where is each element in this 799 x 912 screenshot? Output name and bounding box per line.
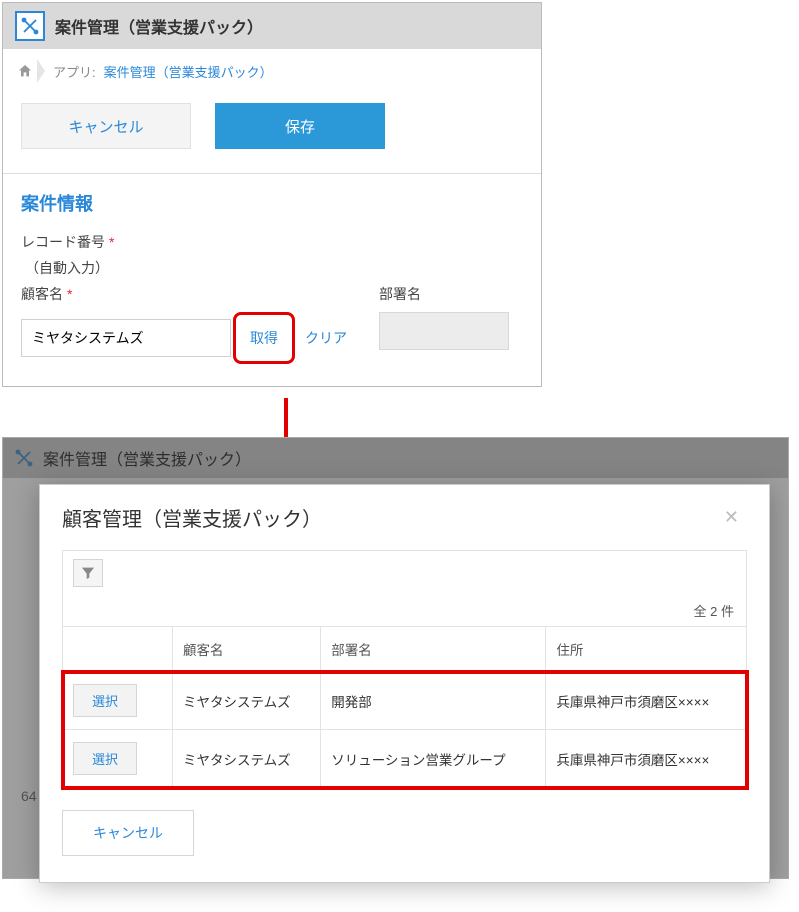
section-title: 案件情報 — [3, 173, 541, 226]
breadcrumb-prefix: アプリ: — [53, 62, 96, 81]
dept-label: 部署名 — [379, 284, 509, 304]
save-button[interactable]: 保存 — [215, 103, 385, 149]
modal-cancel-button[interactable]: キャンセル — [62, 810, 194, 856]
breadcrumb-separator-icon — [37, 59, 45, 83]
dept-readonly — [379, 312, 509, 350]
select-button[interactable]: 選択 — [73, 742, 137, 775]
cell-dept: 開発部 — [321, 672, 546, 730]
cell-customer: ミヤタシステムズ — [173, 730, 321, 788]
cancel-button[interactable]: キャンセル — [21, 103, 191, 149]
customer-label: 顧客名 — [21, 286, 63, 302]
fetch-button[interactable]: 取得 — [242, 319, 286, 357]
results-table: 顧客名 部署名 住所 選択 ミヤタシステムズ 開発部 兵庫県神戸市須磨区××××… — [62, 626, 747, 788]
breadcrumb-app-link[interactable]: 案件管理（営業支援パック） — [104, 62, 273, 81]
rows-highlight: 選択 ミヤタシステムズ 開発部 兵庫県神戸市須磨区×××× 選択 ミヤタシステム… — [63, 672, 747, 788]
titlebar: 案件管理（営業支援パック） — [3, 3, 541, 49]
cell-dept: ソリューション営業グループ — [321, 730, 546, 788]
cell-address: 兵庫県神戸市須磨区×××× — [546, 672, 747, 730]
required-mark: * — [109, 234, 114, 250]
cell-customer: ミヤタシステムズ — [173, 672, 321, 730]
filter-bar — [62, 550, 747, 595]
fetch-highlight: 取得 — [233, 312, 295, 364]
filter-icon[interactable] — [73, 559, 103, 587]
col-customer: 顧客名 — [173, 627, 321, 672]
action-buttons: キャンセル 保存 — [3, 93, 541, 173]
record-number-label: レコード番号 — [21, 234, 105, 250]
result-count: 全 2 件 — [62, 595, 747, 626]
modal-title: 顧客管理（営業支援パック） — [62, 503, 322, 532]
home-icon[interactable] — [17, 63, 33, 79]
table-row: 選択 ミヤタシステムズ 開発部 兵庫県神戸市須磨区×××× — [63, 672, 747, 730]
lookup-modal: 顧客管理（営業支援パック） ✕ 全 2 件 顧客名 部署名 住所 選択 — [39, 484, 770, 883]
record-number-auto: （自動入力） — [21, 258, 523, 278]
table-header-row: 顧客名 部署名 住所 — [63, 627, 747, 672]
app-window-top: 案件管理（営業支援パック） アプリ: 案件管理（営業支援パック） キャンセル 保… — [2, 2, 542, 387]
app-window-bottom: 案件管理（営業支援パック） 64 顧客管理（営業支援パック） ✕ 全 2 件 顧… — [2, 437, 789, 879]
close-icon[interactable]: ✕ — [716, 503, 747, 532]
required-mark: * — [67, 286, 72, 302]
field-record-number: レコード番号* （自動入力） — [3, 226, 541, 284]
clear-button[interactable]: クリア — [297, 319, 355, 357]
app-title: 案件管理（営業支援パック） — [55, 14, 263, 38]
app-icon — [15, 11, 45, 41]
col-address: 住所 — [546, 627, 747, 672]
customer-input[interactable] — [21, 319, 231, 357]
select-button[interactable]: 選択 — [73, 684, 137, 717]
table-row: 選択 ミヤタシステムズ ソリューション営業グループ 兵庫県神戸市須磨区×××× — [63, 730, 747, 788]
cell-address: 兵庫県神戸市須磨区×××× — [546, 730, 747, 788]
breadcrumb: アプリ: 案件管理（営業支援パック） — [3, 49, 541, 93]
col-dept: 部署名 — [321, 627, 546, 672]
